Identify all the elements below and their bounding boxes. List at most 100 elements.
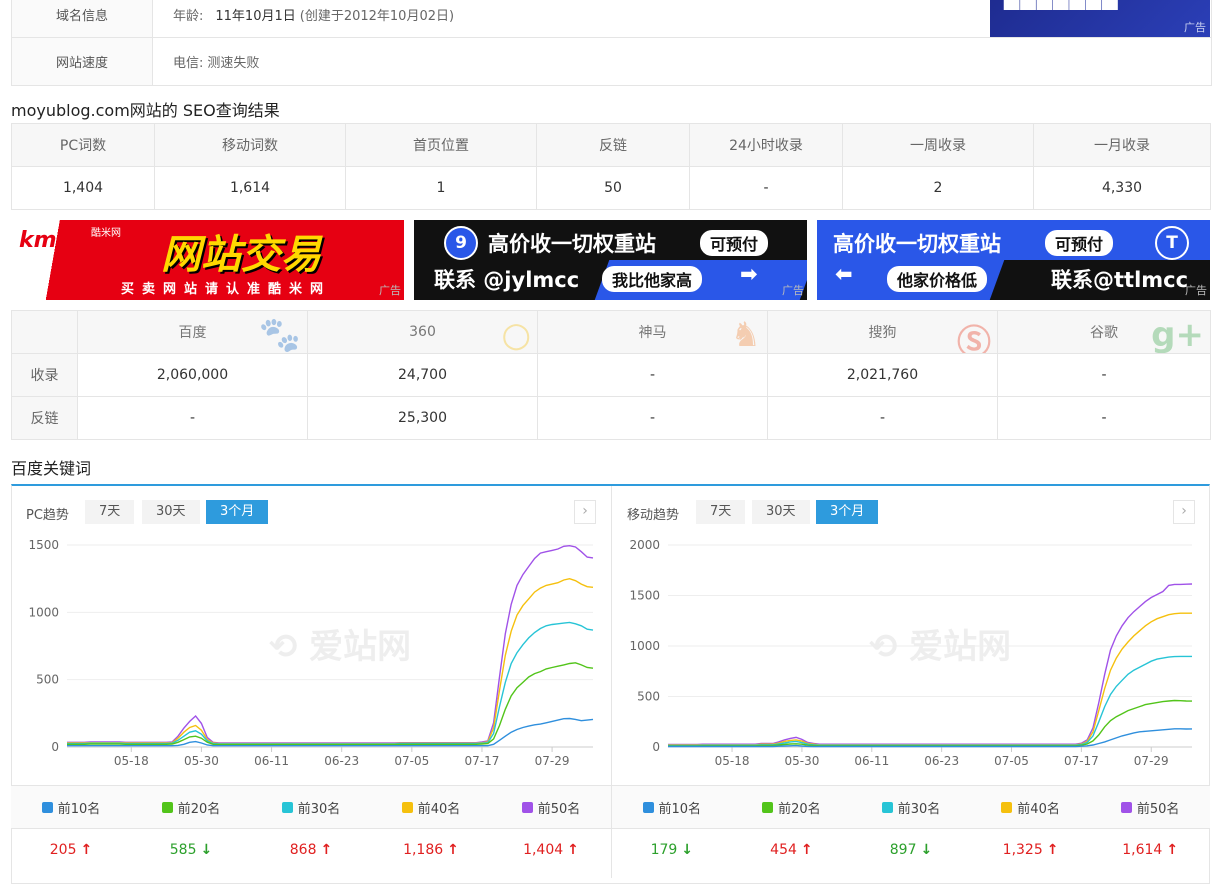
x-tick-label: 07-29 — [535, 754, 570, 768]
legend-top20[interactable]: 前20名 — [732, 786, 852, 828]
engine-name: 搜狗 — [868, 325, 897, 341]
banner-pill1: 可预付 — [1045, 230, 1114, 256]
engine-value: - — [537, 353, 768, 397]
seo-value[interactable]: 50 — [536, 166, 690, 210]
y-tick-label: 1500 — [629, 589, 660, 603]
seo-header: 一月收录 — [1033, 123, 1211, 167]
engine-google[interactable]: 谷歌 g+ — [997, 310, 1211, 354]
speed-key: 电信: — [173, 56, 204, 71]
seo-header: 反链 — [536, 123, 690, 167]
x-tick-label: 05-18 — [114, 754, 149, 768]
watermark: ⟲ 爱站网 — [269, 627, 411, 667]
speed-value: 测速失败 — [207, 56, 260, 71]
pc-trend-title: PC趋势 — [26, 508, 69, 523]
seo-table: PC词数 移动词数 首页位置 反链 24小时收录 一周收录 一月收录 1,404… — [11, 123, 1211, 210]
legend-top20[interactable]: 前20名 — [131, 786, 251, 828]
legend-top10[interactable]: 前10名 — [11, 786, 131, 828]
mobile-trend-section: 移动趋势 7天 30天 3个月 › ⟲ 爱站网 0 500 1000 1500 2000 0… — [612, 486, 1210, 878]
tab-30days[interactable]: 30天 — [752, 500, 810, 524]
engine-table: 百度 🐾 360 ○ 神马 ♞ 搜狗 Ⓢ 谷歌 g+ 收录 2,060,000 24,70… — [11, 310, 1211, 440]
domain-info-label: 域名信息 — [12, 0, 153, 37]
arrow-right-icon: ➡ — [740, 262, 758, 286]
top-ad-graphic: ▆▆▆▆▆▆▆ — [1004, 0, 1119, 10]
engine-name: 谷歌 — [1090, 325, 1118, 341]
engine-360[interactable]: 360 ○ — [307, 310, 538, 354]
chevron-right-icon[interactable]: › — [574, 500, 596, 524]
engine-row-backlink: 反链 - 25,300 - - - — [11, 396, 1211, 440]
360-search-icon: ○ — [501, 315, 531, 354]
kmw-headline: 网站交易 — [161, 232, 321, 278]
legend-top30[interactable]: 前30名 — [851, 786, 971, 828]
y-tick-label: 500 — [36, 673, 59, 687]
baidu-keywords-title: 百度关键词 — [11, 459, 92, 478]
seo-header: 一周收录 — [842, 123, 1034, 167]
row-label: 反链 — [11, 396, 78, 440]
sogou-s-icon: Ⓢ — [957, 323, 991, 354]
x-tick-label: 06-23 — [324, 754, 359, 768]
legend-top50[interactable]: 前50名 — [491, 786, 611, 828]
engine-value: - — [537, 396, 768, 440]
engine-value[interactable]: 2,060,000 — [77, 353, 308, 397]
legend-top30[interactable]: 前30名 — [251, 786, 371, 828]
kmw-ad-banner[interactable]: kmw.COM 酷米网 网站交易 买卖网站请认准酷米网 广告 — [11, 220, 404, 300]
arrow-left-icon: ⬅ — [835, 262, 853, 286]
seo-value[interactable]: 1 — [345, 166, 537, 210]
tab-7days[interactable]: 7天 — [85, 500, 135, 524]
x-tick-label: 07-17 — [1064, 754, 1099, 768]
mobile-totals-row: 179 ↓ 454 ↑ 897 ↓ 1,325 ↑ 1,614 ↑ — [612, 828, 1210, 872]
rank-total: 1,186 ↑ — [403, 842, 459, 858]
rank-total: 868 ↑ — [289, 842, 333, 858]
legend-top10[interactable]: 前10名 — [612, 786, 732, 828]
age-created: (创建于2012年10月02日) — [299, 8, 455, 24]
x-tick-label: 06-23 — [924, 754, 959, 768]
seo-value[interactable]: 1,614 — [154, 166, 346, 210]
seo-header: 首页位置 — [345, 123, 537, 167]
engine-value: - — [77, 396, 308, 440]
seo-value: - — [689, 166, 843, 210]
age-key: 年龄: — [173, 8, 204, 24]
series-line-前20名 — [67, 662, 594, 746]
tab-30days[interactable]: 30天 — [142, 500, 200, 524]
top-ad-banner[interactable]: ▆▆▆▆▆▆▆ 广告 — [990, 0, 1210, 37]
ttlmcc-ad-banner[interactable]: 高价收一切权重站 可预付 T ⬅ 他家价格低 联系@ttlmcc 广告 — [817, 220, 1210, 300]
engine-value[interactable]: 2,021,760 — [767, 353, 998, 397]
x-tick-label: 05-30 — [784, 754, 819, 768]
engine-header-row: 百度 🐾 360 ○ 神马 ♞ 搜狗 Ⓢ 谷歌 g+ — [11, 310, 1211, 354]
y-tick-label: 1000 — [629, 639, 660, 653]
x-tick-label: 07-17 — [465, 754, 500, 768]
x-tick-label: 07-29 — [1134, 754, 1169, 768]
banner-line1: 高价收一切权重站 — [488, 232, 656, 256]
seo-value[interactable]: 2 — [842, 166, 1034, 210]
kmw-subline: 买卖网站请认准酷米网 — [121, 282, 332, 297]
tab-3months[interactable]: 3个月 — [206, 500, 269, 524]
rank-total: 1,404 ↑ — [523, 842, 579, 858]
seo-header: 移动词数 — [154, 123, 346, 167]
engine-baidu[interactable]: 百度 🐾 — [77, 310, 308, 354]
banner-pill2: 他家价格低 — [887, 266, 988, 292]
t-logo-icon: T — [1155, 226, 1189, 260]
engine-shenma[interactable]: 神马 ♞ — [537, 310, 768, 354]
rank-total: 205 ↑ — [49, 842, 93, 858]
engine-sogou[interactable]: 搜狗 Ⓢ — [767, 310, 998, 354]
chevron-right-icon[interactable]: › — [1173, 500, 1195, 524]
engine-value: - — [997, 396, 1211, 440]
seo-value[interactable]: 4,330 — [1033, 166, 1211, 210]
engine-value[interactable]: 25,300 — [307, 396, 538, 440]
series-line-前30名 — [668, 655, 1192, 747]
engine-value: - — [767, 396, 998, 440]
tab-3months[interactable]: 3个月 — [816, 500, 879, 524]
mobile-legend: 前10名 前20名 前30名 前40名 前50名 — [612, 785, 1210, 829]
legend-top40[interactable]: 前40名 — [371, 786, 491, 828]
tab-7days[interactable]: 7天 — [696, 500, 746, 524]
shenma-icon: ♞ — [730, 315, 761, 354]
jylmcc-ad-banner[interactable]: 9 高价收一切权重站 可预付 联系 @jylmcc 我比他家高 ➡ 广告 — [414, 220, 807, 300]
engine-name: 百度 — [178, 325, 207, 341]
engine-value[interactable]: 24,700 — [307, 353, 538, 397]
rank-total: 897 ↓ — [889, 842, 933, 858]
baidu-paw-icon: 🐾 — [258, 315, 301, 354]
legend-top40[interactable]: 前40名 — [971, 786, 1091, 828]
seo-value[interactable]: 1,404 — [11, 166, 155, 210]
seo-header-row: PC词数 移动词数 首页位置 反链 24小时收录 一周收录 一月收录 — [11, 123, 1211, 167]
rank-total: 179 ↓ — [650, 842, 694, 858]
legend-top50[interactable]: 前50名 — [1090, 786, 1210, 828]
